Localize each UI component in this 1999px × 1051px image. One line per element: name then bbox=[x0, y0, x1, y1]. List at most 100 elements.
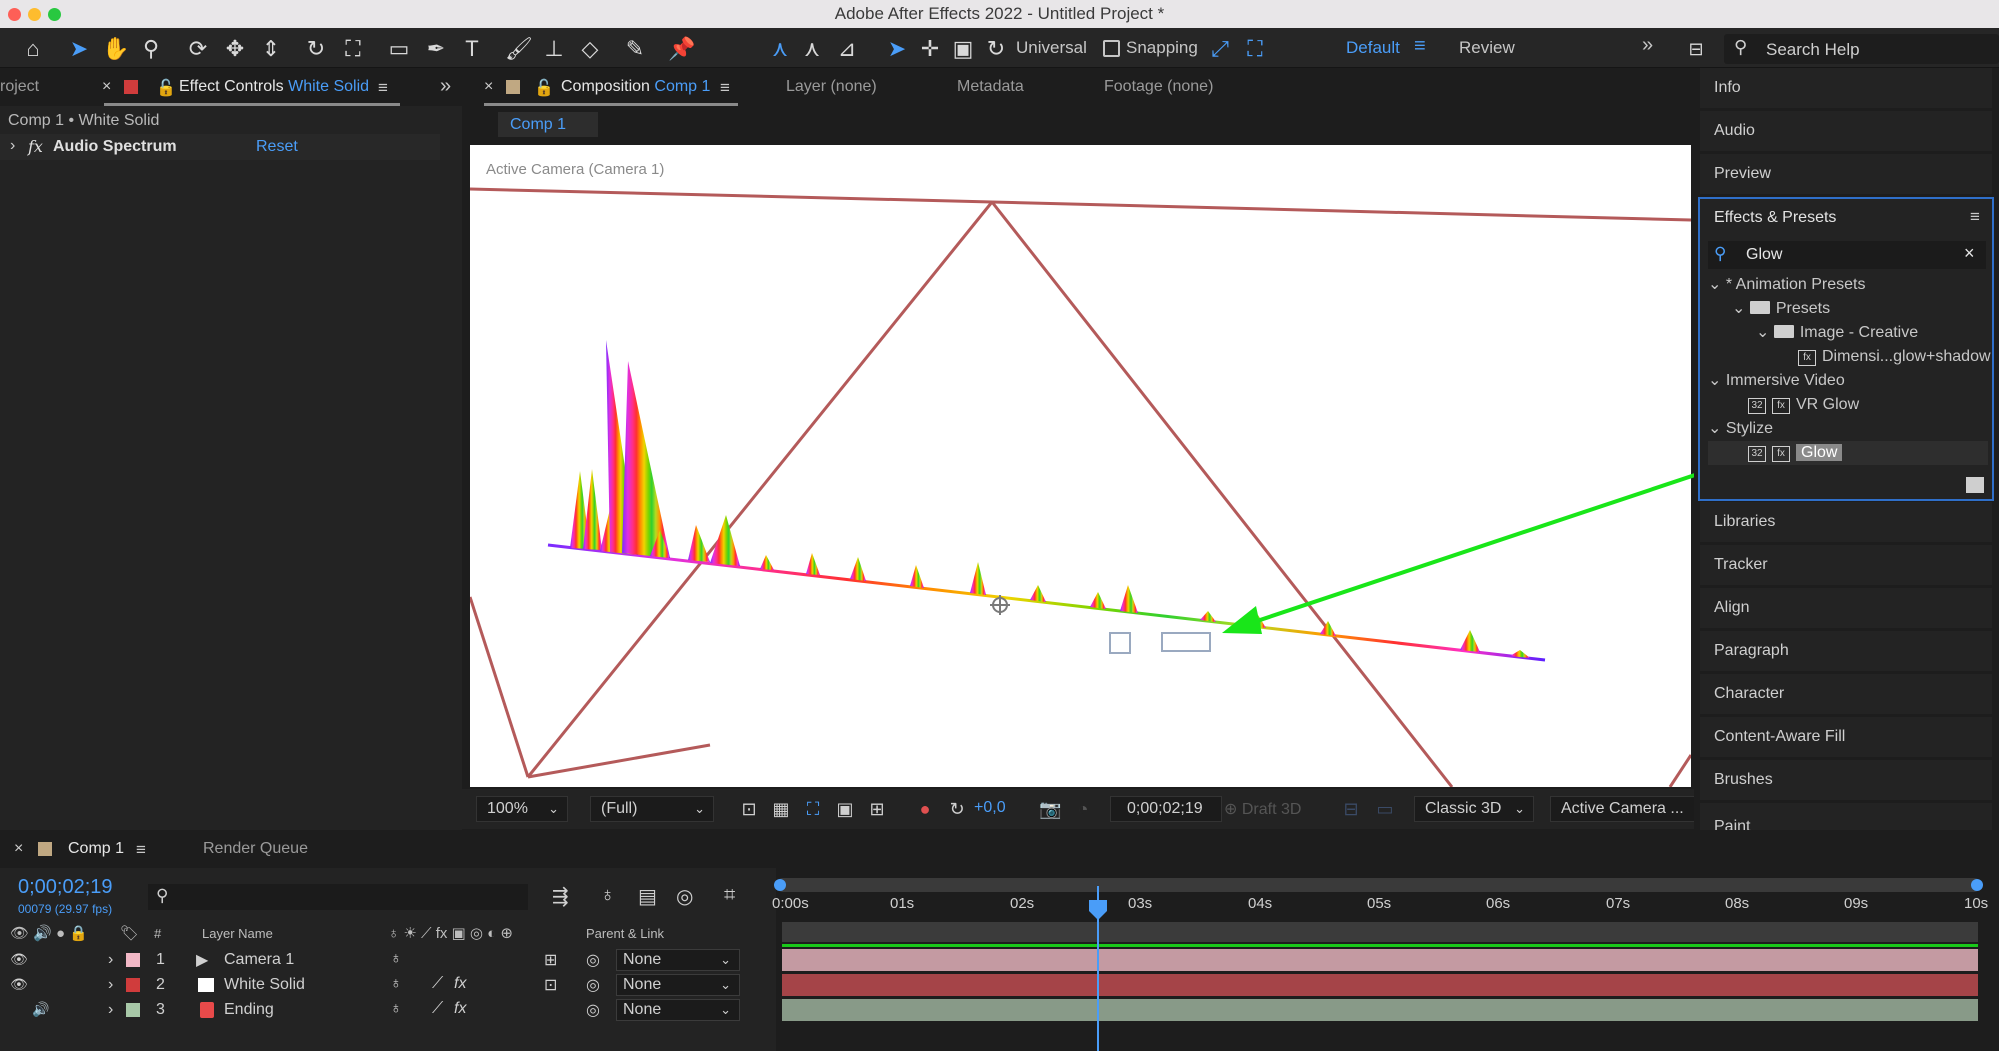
pick-whip-icon[interactable]: ◎ bbox=[586, 1000, 600, 1020]
disclosure-chevron-icon[interactable]: › bbox=[108, 1001, 113, 1019]
shy-switch-icon[interactable]: ♁ bbox=[390, 950, 402, 968]
motion-blur-icon[interactable]: ◎ bbox=[676, 884, 693, 909]
composition-viewer[interactable]: Active Camera (Camera 1) bbox=[470, 145, 1691, 787]
label-column-icon[interactable]: 🏷 bbox=[120, 924, 139, 942]
pick-whip-icon[interactable]: ◎ bbox=[586, 975, 600, 995]
eraser-tool-icon[interactable]: ◇ bbox=[577, 36, 603, 62]
axis-mode-label[interactable]: Universal bbox=[1016, 38, 1087, 58]
tab-metadata[interactable]: Metadata bbox=[957, 78, 1024, 96]
effects-search-field[interactable]: ⚲ Glow × bbox=[1708, 241, 1986, 269]
tree-item-dimensional-preset[interactable]: fx Dimensi...glow+shadow bbox=[1708, 345, 1991, 369]
sync-settings-icon[interactable]: ⊟ bbox=[1683, 36, 1709, 62]
3d-layer-switch-icon[interactable]: ⊡ bbox=[544, 975, 557, 995]
draft-3d-toggle[interactable]: ⊕ Draft 3D bbox=[1224, 799, 1301, 819]
layer-name[interactable]: White Solid bbox=[224, 976, 305, 994]
pick-whip-icon[interactable]: ◎ bbox=[586, 950, 600, 970]
close-window-button[interactable] bbox=[8, 8, 21, 21]
tree-item-stylize[interactable]: ⌄ Stylize bbox=[1708, 417, 1988, 441]
disclosure-chevron-icon[interactable]: › bbox=[108, 951, 113, 969]
parent-dropdown[interactable]: None ⌄ bbox=[616, 949, 740, 971]
quality-switch-icon[interactable]: ⟋ bbox=[432, 975, 443, 993]
more-workspaces-icon[interactable]: » bbox=[1642, 34, 1653, 57]
mask-visibility-icon[interactable]: ⛶ bbox=[802, 798, 824, 820]
disclosure-chevron-icon[interactable]: › bbox=[108, 976, 113, 994]
puppet-pin-tool-icon[interactable]: 📌 bbox=[668, 36, 695, 62]
layer-handle-right[interactable] bbox=[1161, 632, 1211, 652]
selection-tool-icon[interactable]: ➤ bbox=[66, 36, 92, 62]
clone-stamp-tool-icon[interactable]: ⊥ bbox=[541, 36, 567, 62]
dolly-camera-icon[interactable]: ⇕ bbox=[258, 36, 284, 62]
tree-item-animation-presets[interactable]: ⌄ * Animation Presets bbox=[1708, 273, 1988, 297]
renderer-dropdown[interactable]: Classic 3D ⌄ bbox=[1414, 796, 1534, 822]
new-bin-icon[interactable] bbox=[1966, 477, 1984, 493]
layer-name[interactable]: Camera 1 bbox=[224, 951, 294, 969]
snapshot-camera-icon[interactable]: 📷 bbox=[1039, 798, 1061, 820]
parent-dropdown[interactable]: None ⌄ bbox=[616, 974, 740, 996]
align-panel[interactable]: Align bbox=[1700, 588, 1992, 628]
zoom-tool-icon[interactable]: ⚲ bbox=[138, 36, 164, 62]
comp-lock-icon[interactable]: 🔓 bbox=[534, 78, 554, 98]
selection-tool-3d-icon[interactable]: ➤ bbox=[884, 36, 910, 62]
layer-row-white-solid[interactable]: 👁 › 2 White Solid ♁ ⟋ fx ⊡ ◎ None ⌄ bbox=[0, 973, 776, 998]
audio-panel[interactable]: Audio bbox=[1700, 111, 1992, 151]
paragraph-panel[interactable]: Paragraph bbox=[1700, 631, 1992, 671]
fx-toggle-icon[interactable]: fx bbox=[28, 137, 43, 156]
workspace-review[interactable]: Review bbox=[1459, 38, 1515, 58]
fast-previews-icon[interactable]: ⊡ bbox=[738, 798, 760, 820]
view-axis-mode-icon[interactable]: ⊿ bbox=[834, 36, 860, 62]
show-snapshot-icon[interactable]: ◔ bbox=[1072, 798, 1094, 820]
close-comp-tab-icon[interactable]: × bbox=[484, 78, 493, 96]
type-tool-icon[interactable]: T bbox=[459, 36, 485, 62]
reset-exposure-icon[interactable]: ↻ bbox=[946, 798, 968, 820]
layer-label-swatch[interactable] bbox=[126, 978, 140, 992]
search-help-field[interactable]: ⚲ Search Help bbox=[1724, 34, 1999, 64]
lock-icon[interactable]: 🔓 bbox=[156, 78, 176, 98]
pan-behind-tool-icon[interactable]: ⛶ bbox=[340, 36, 366, 62]
work-area-bar[interactable] bbox=[782, 922, 1978, 942]
close-timeline-tab-icon[interactable]: × bbox=[14, 840, 23, 858]
tree-item-immersive-video[interactable]: ⌄ Immersive Video bbox=[1708, 369, 1988, 393]
workspace-default[interactable]: Default bbox=[1346, 38, 1400, 58]
shy-layers-icon[interactable]: ♁ bbox=[600, 884, 615, 907]
timeline-menu-icon[interactable]: ≡ bbox=[136, 840, 146, 860]
col-layer-name[interactable]: Layer Name bbox=[202, 926, 273, 941]
zoom-window-button[interactable] bbox=[48, 8, 61, 21]
tab-render-queue[interactable]: Render Queue bbox=[203, 840, 308, 858]
tree-item-glow[interactable]: 32 fx Glow bbox=[1708, 441, 1988, 465]
effect-switch-icon[interactable]: fx bbox=[454, 975, 466, 993]
rectangle-tool-icon[interactable]: ▭ bbox=[386, 36, 412, 62]
layer-label-swatch[interactable] bbox=[126, 1003, 140, 1017]
panel-menu-icon[interactable]: ≡ bbox=[378, 78, 388, 98]
brushes-panel[interactable]: Brushes bbox=[1700, 760, 1992, 800]
orbit-camera-icon[interactable]: ⟳ bbox=[185, 36, 211, 62]
resolution-dropdown[interactable]: (Full) ⌄ bbox=[590, 796, 714, 822]
3d-ground-plane-icon[interactable]: ⊟ bbox=[1340, 798, 1362, 820]
layer-bar-camera-1[interactable] bbox=[782, 949, 1978, 971]
expand-panels-icon[interactable]: » bbox=[440, 75, 451, 98]
tab-composition[interactable]: Composition Comp 1 bbox=[561, 78, 710, 96]
timeline-current-time[interactable]: 0;00;02;19 bbox=[18, 876, 113, 899]
hand-tool-icon[interactable]: ✋ bbox=[102, 36, 129, 62]
shy-switch-icon[interactable]: ♁ bbox=[390, 975, 402, 993]
audio-speaker-icon[interactable]: 🔊 bbox=[32, 1001, 49, 1018]
clear-search-icon[interactable]: × bbox=[1964, 243, 1975, 264]
video-visibility-eye-icon[interactable]: 👁 bbox=[10, 976, 28, 993]
snap-features-icon[interactable]: ⛶ bbox=[1242, 36, 1268, 62]
home-icon[interactable]: ⌂ bbox=[20, 36, 46, 62]
effect-switch-icon[interactable]: fx bbox=[454, 1000, 466, 1018]
pen-tool-icon[interactable]: ✒ bbox=[423, 36, 449, 62]
workspace-menu-icon[interactable]: ≡ bbox=[1414, 35, 1426, 58]
roto-brush-tool-icon[interactable]: ✎ bbox=[622, 36, 648, 62]
graph-editor-icon[interactable]: ⌗ bbox=[724, 884, 735, 907]
scale-tool-icon[interactable]: ▣ bbox=[950, 36, 976, 62]
close-tab-icon[interactable]: × bbox=[102, 78, 111, 96]
pan-camera-icon[interactable]: ✥ bbox=[222, 36, 248, 62]
layer-row-ending[interactable]: 🔊 › 3 Ending ♁ ⟋ fx ◎ None ⌄ bbox=[0, 998, 776, 1023]
transparency-grid-icon[interactable]: ▦ bbox=[770, 798, 792, 820]
brush-tool-icon[interactable]: 🖌 bbox=[505, 36, 533, 62]
current-time-display[interactable]: 0;00;02;19 bbox=[1110, 796, 1222, 822]
3d-view-dropdown[interactable]: Active Camera ... bbox=[1550, 796, 1700, 822]
paint-panel[interactable]: Paint bbox=[1700, 803, 1992, 830]
tab-footage[interactable]: Footage (none) bbox=[1104, 78, 1213, 96]
preview-panel[interactable]: Preview bbox=[1700, 154, 1992, 194]
